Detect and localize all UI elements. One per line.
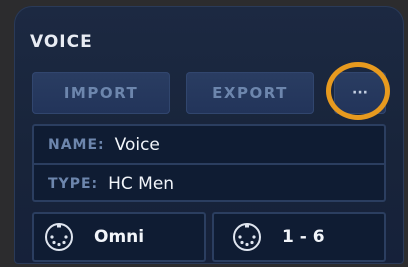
name-row[interactable]: NAME: Voice	[32, 126, 386, 163]
midi-port-icon	[233, 223, 261, 251]
midi-input-selector[interactable]: Omni	[32, 212, 206, 262]
type-label: TYPE:	[48, 175, 99, 192]
panel-title: VOICE	[30, 32, 93, 52]
more-options-button[interactable]: ···	[334, 72, 386, 114]
midi-channel-value: 1 - 6	[282, 227, 325, 247]
midi-channel-selector[interactable]: 1 - 6	[212, 212, 386, 262]
app-window: VOICE IMPORT EXPORT ··· NAME: Voice TYPE…	[0, 0, 408, 267]
export-button[interactable]: EXPORT	[186, 72, 314, 114]
midi-port-icon	[45, 223, 73, 251]
midi-input-value: Omni	[94, 227, 145, 247]
type-row[interactable]: TYPE: HC Men	[32, 163, 386, 202]
name-value[interactable]: Voice	[115, 135, 160, 155]
import-button[interactable]: IMPORT	[32, 72, 170, 114]
name-label: NAME:	[48, 136, 105, 153]
type-value[interactable]: HC Men	[108, 174, 174, 194]
voice-info-box: NAME: Voice TYPE: HC Men	[32, 124, 386, 202]
